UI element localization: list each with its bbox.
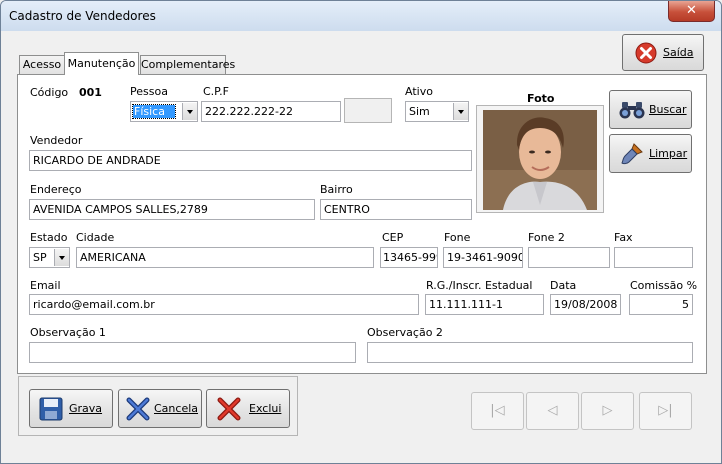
cep-field[interactable]: 13465-999 [380, 247, 438, 268]
tab-complementares[interactable]: Complementares [140, 55, 235, 74]
vendedor-field[interactable]: RICARDO DE ANDRADE [29, 150, 472, 171]
brush-icon [621, 143, 643, 165]
save-icon [39, 397, 63, 421]
main-window: Cadastro de Vendedores ✕ Saída Acesso Ma… [0, 0, 722, 464]
estado-selected-value: SP [33, 251, 47, 264]
estado-label: Estado [30, 231, 68, 244]
bairro-field[interactable]: CENTRO [320, 199, 472, 220]
email-label: Email [30, 279, 61, 292]
obs2-field[interactable] [367, 342, 693, 363]
exclui-button[interactable]: Exclui [206, 389, 290, 428]
limpar-button-label: Limpar [649, 147, 688, 160]
cpf-field[interactable]: 222.222.222-22 [201, 101, 341, 122]
window-title: Cadastro de Vendedores [9, 9, 156, 23]
cancela-button-label: Cancela [154, 402, 199, 415]
photo-frame [476, 105, 604, 213]
data-field[interactable]: 19/08/2008 [550, 294, 621, 315]
fax-label: Fax [614, 231, 633, 244]
tab-manutencao[interactable]: Manutenção [64, 52, 139, 75]
limpar-button[interactable]: Limpar [609, 134, 692, 173]
comissao-field[interactable]: 5 [629, 294, 693, 315]
tab-acesso[interactable]: Acesso [19, 55, 65, 74]
close-window-button[interactable]: ✕ [668, 1, 715, 22]
endereco-field[interactable]: AVENIDA CAMPOS SALLES,2789 [29, 199, 315, 220]
nav-next-button[interactable]: ▷ [581, 392, 634, 430]
pessoa-select[interactable]: Física [130, 101, 198, 122]
fax-field[interactable] [614, 247, 693, 268]
vendor-photo[interactable] [483, 110, 597, 210]
chevron-down-icon[interactable] [453, 103, 468, 120]
exit-button-label: Saída [663, 46, 694, 59]
delete-x-icon [217, 397, 241, 421]
cidade-label: Cidade [76, 231, 115, 244]
actions-group: Grava Cancela Exclui [18, 376, 298, 436]
obs2-label: Observação 2 [367, 326, 443, 339]
fone-label: Fone [444, 231, 471, 244]
vendedor-label: Vendedor [30, 134, 83, 147]
foto-label: Foto [527, 92, 555, 105]
codigo-label: Código [30, 86, 69, 99]
obs1-field[interactable] [29, 342, 356, 363]
buscar-button[interactable]: Buscar [609, 90, 692, 129]
nav-last-button[interactable]: ▷| [639, 392, 692, 430]
grava-button[interactable]: Grava [29, 389, 113, 428]
pessoa-selected-value: Física [132, 104, 176, 119]
codigo-value: 001 [79, 86, 102, 99]
fone-field[interactable]: 19-3461-9090 [443, 247, 523, 268]
buscar-button-label: Buscar [649, 103, 687, 116]
binoculars-icon [619, 102, 645, 119]
email-field[interactable]: ricardo@email.com.br [29, 294, 419, 315]
rg-label: R.G./Inscr. Estadual [426, 279, 533, 292]
cancel-x-icon [126, 397, 150, 421]
exit-icon [635, 42, 657, 64]
ativo-selected-value: Sim [409, 105, 430, 118]
comissao-label: Comissão % [630, 279, 698, 292]
cpf-extra-box[interactable] [344, 98, 392, 123]
cep-label: CEP [382, 231, 404, 244]
pessoa-label: Pessoa [130, 85, 168, 98]
estado-select[interactable]: SP [29, 247, 70, 268]
ativo-select[interactable]: Sim [405, 101, 469, 122]
exclui-button-label: Exclui [249, 402, 282, 415]
grava-button-label: Grava [69, 402, 103, 415]
chevron-down-icon[interactable] [182, 103, 197, 120]
chevron-down-icon[interactable] [54, 249, 69, 266]
endereco-label: Endereço [30, 183, 82, 196]
title-bar: Cadastro de Vendedores ✕ [1, 1, 721, 31]
manutencao-panel: Código 001 Pessoa Física C.P.F 222.222.2… [17, 74, 707, 374]
data-label: Data [550, 279, 577, 292]
bairro-label: Bairro [320, 183, 353, 196]
fone2-field[interactable] [528, 247, 610, 268]
client-area: Saída Acesso Manutenção Complementares C… [9, 31, 713, 456]
fone2-label: Fone 2 [528, 231, 565, 244]
rg-field[interactable]: 11.111.111-1 [425, 294, 544, 315]
ativo-label: Ativo [405, 85, 433, 98]
exit-button[interactable]: Saída [622, 34, 704, 71]
cancela-button[interactable]: Cancela [118, 389, 202, 428]
obs1-label: Observação 1 [30, 326, 106, 339]
cpf-label: C.P.F [203, 85, 229, 98]
nav-first-button[interactable]: |◁ [471, 392, 524, 430]
nav-prev-button[interactable]: ◁ [526, 392, 579, 430]
cidade-field[interactable]: AMERICANA [76, 247, 374, 268]
